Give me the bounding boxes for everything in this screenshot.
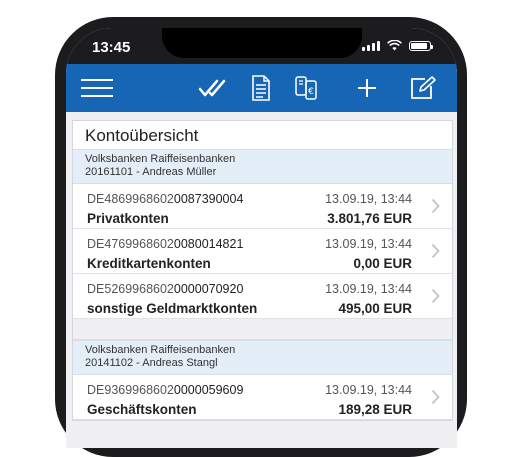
account-name: Kreditkartenkonten bbox=[87, 256, 211, 271]
edit-icon bbox=[411, 76, 436, 99]
wifi-icon bbox=[387, 40, 402, 51]
bank-name: Volksbanken Raiffeisenbanken bbox=[85, 344, 236, 356]
group-spacer bbox=[73, 319, 452, 340]
app-screen: 13:45 € Kontoübersicht Volksbanken Raiff… bbox=[66, 28, 457, 448]
account-iban: DE47699686020080014821 bbox=[87, 237, 244, 251]
page-title: Kontoübersicht bbox=[85, 126, 199, 145]
account-date: 13.09.19, 13:44 bbox=[325, 192, 412, 206]
account-balance: 3.801,76 EUR bbox=[327, 211, 412, 226]
account-iban: DE52699686020000070920 bbox=[87, 282, 244, 296]
account-name: Geschäftskonten bbox=[87, 402, 197, 417]
done-button[interactable] bbox=[198, 74, 226, 102]
edit-button[interactable] bbox=[409, 74, 437, 102]
app-toolbar: € bbox=[66, 64, 457, 112]
account-name: Privatkonten bbox=[87, 211, 169, 226]
notch bbox=[162, 28, 362, 58]
chevron-right-icon bbox=[431, 243, 440, 259]
svg-text:€: € bbox=[308, 87, 314, 97]
account-name: sonstige Geldmarktkonten bbox=[87, 301, 258, 316]
euro-transfer-icon: € bbox=[295, 76, 317, 100]
signal-icon bbox=[362, 40, 380, 51]
account-balance: 0,00 EUR bbox=[353, 256, 412, 271]
account-date: 13.09.19, 13:44 bbox=[325, 383, 412, 397]
transfer-button[interactable]: € bbox=[292, 74, 320, 102]
chevron-right-icon bbox=[431, 389, 440, 405]
bank-group-header: Volksbanken Raiffeisenbanken 20161101 - … bbox=[73, 149, 452, 184]
main-content: Kontoübersicht Volksbanken Raiffeisenban… bbox=[66, 112, 457, 448]
account-balance: 189,28 EUR bbox=[338, 402, 412, 417]
bank-owner: 20141102 - Andreas Stangl bbox=[85, 357, 218, 369]
hamburger-icon bbox=[81, 79, 113, 97]
chevron-right-icon bbox=[431, 198, 440, 214]
documents-button[interactable] bbox=[247, 74, 275, 102]
battery-icon bbox=[409, 41, 433, 51]
account-iban: DE93699686020000059609 bbox=[87, 383, 244, 397]
account-balance: 495,00 EUR bbox=[338, 301, 412, 316]
account-row[interactable]: DE52699686020000070920 sonstige Geldmark… bbox=[73, 274, 452, 319]
plus-icon bbox=[358, 79, 376, 97]
status-icons bbox=[362, 40, 433, 51]
double-check-icon bbox=[198, 79, 226, 97]
bank-name: Volksbanken Raiffeisenbanken bbox=[85, 153, 236, 165]
add-button[interactable] bbox=[353, 74, 381, 102]
chevron-right-icon bbox=[431, 288, 440, 304]
account-date: 13.09.19, 13:44 bbox=[325, 237, 412, 251]
document-icon bbox=[252, 75, 270, 101]
account-iban: DE48699686020087390004 bbox=[87, 192, 244, 206]
status-time: 13:45 bbox=[92, 39, 131, 56]
account-row[interactable]: DE48699686020087390004 Privatkonten 13.0… bbox=[73, 184, 452, 229]
bank-owner: 20161101 - Andreas Müller bbox=[85, 166, 217, 178]
menu-button[interactable] bbox=[80, 74, 114, 102]
bank-group-header: Volksbanken Raiffeisenbanken 20141102 - … bbox=[73, 340, 452, 375]
account-row[interactable]: DE47699686020080014821 Kreditkartenkonte… bbox=[73, 229, 452, 274]
account-date: 13.09.19, 13:44 bbox=[325, 282, 412, 296]
account-row[interactable]: DE93699686020000059609 Geschäftskonten 1… bbox=[73, 375, 452, 420]
status-bar: 13:45 bbox=[66, 28, 457, 64]
account-overview-card: Kontoübersicht Volksbanken Raiffeisenban… bbox=[72, 120, 453, 421]
